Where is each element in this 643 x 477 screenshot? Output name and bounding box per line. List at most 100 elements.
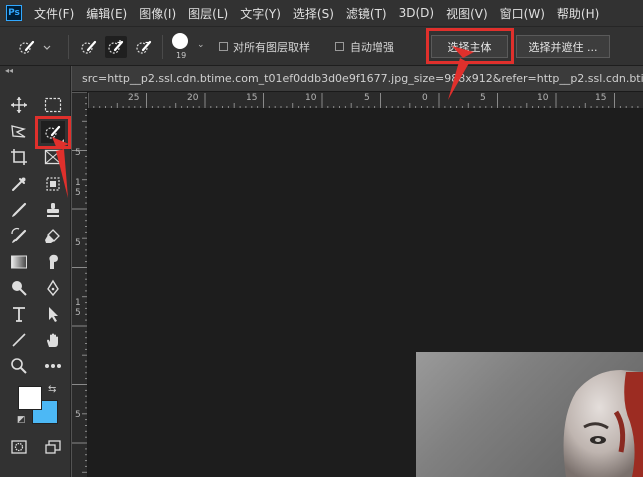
brush-add-icon <box>108 40 124 54</box>
smudge-icon <box>49 254 58 269</box>
type-icon <box>13 307 25 322</box>
more-icon <box>45 364 61 368</box>
ruler-label: 5 <box>480 93 486 103</box>
document-tab-bar: src=http__p2.ssl.cdn.btime.com_t01ef0ddb… <box>72 66 643 92</box>
lasso-tool[interactable] <box>7 121 31 143</box>
stamp-icon <box>47 203 59 217</box>
pen-icon <box>47 279 59 297</box>
brush-icon <box>12 202 27 217</box>
swap-colors-icon[interactable]: ⇆ <box>48 384 56 395</box>
rectangular-marquee-icon <box>44 97 62 113</box>
menu-image[interactable]: 图像(I) <box>139 5 176 22</box>
collapse-panel-icon[interactable]: ◂◂ <box>5 66 13 75</box>
ruler-label: 1 <box>75 298 81 308</box>
menu-edit[interactable]: 编辑(E) <box>86 5 127 22</box>
eraser-tool[interactable] <box>41 225 65 247</box>
menu-window[interactable]: 窗口(W) <box>500 5 545 22</box>
menu-help[interactable]: 帮助(H) <box>557 5 599 22</box>
screen-mode-button[interactable] <box>41 436 65 458</box>
ruler-label: 10 <box>305 93 317 103</box>
annotation-highlight-box <box>426 28 514 64</box>
clone-stamp-tool[interactable] <box>41 199 65 221</box>
ruler-label: 5 <box>75 238 81 248</box>
rectangular-marquee-tool[interactable] <box>41 94 65 116</box>
line-tool[interactable] <box>7 329 31 351</box>
object-selection-icon <box>46 177 60 191</box>
hand-icon <box>47 333 58 347</box>
options-separator <box>68 35 69 59</box>
ruler-label: 5 <box>364 93 370 103</box>
horizontal-ruler[interactable]: 25 20 15 10 5 0 5 10 15 <box>88 92 643 109</box>
annotation-highlight-box <box>35 116 71 149</box>
document-image[interactable] <box>416 352 643 477</box>
ruler-label: 1 <box>75 178 81 188</box>
sample-all-layers-checkbox[interactable] <box>219 42 228 51</box>
chevron-down-icon[interactable]: ⌄ <box>197 40 205 50</box>
select-and-mask-button[interactable]: 选择并遮住 ... <box>516 35 610 58</box>
screen-mode-icon <box>45 440 61 454</box>
menu-layer[interactable]: 图层(L) <box>188 5 228 22</box>
photoshop-logo-icon: Ps <box>6 5 22 21</box>
quick-mask-button[interactable] <box>7 436 31 458</box>
default-colors-icon[interactable]: ◩ <box>17 415 26 425</box>
edit-toolbar-button[interactable] <box>41 355 65 377</box>
brush-new-icon <box>81 40 97 54</box>
eyedropper-tool[interactable] <box>7 173 31 195</box>
crop-tool[interactable] <box>7 146 31 168</box>
ruler-label: 10 <box>537 93 549 103</box>
ruler-label: 5 <box>75 410 81 420</box>
polygonal-lasso-icon <box>11 125 27 138</box>
auto-enhance-checkbox[interactable] <box>335 42 344 51</box>
subtract-from-selection-brush-button[interactable] <box>133 36 155 58</box>
menu-select[interactable]: 选择(S) <box>293 5 334 22</box>
dodge-tool[interactable] <box>7 277 31 299</box>
move-icon <box>11 97 27 113</box>
new-selection-brush-button[interactable] <box>78 36 100 58</box>
tool-preset-picker[interactable] <box>18 39 52 55</box>
eraser-icon <box>45 229 60 243</box>
ruler-label: 20 <box>187 93 199 103</box>
object-selection-tool[interactable] <box>41 173 65 195</box>
pen-tool[interactable] <box>41 277 65 299</box>
zoom-tool[interactable] <box>7 355 31 377</box>
move-tool[interactable] <box>7 94 31 116</box>
gradient-tool[interactable] <box>7 251 31 273</box>
hand-tool[interactable] <box>41 329 65 351</box>
frame-tool[interactable] <box>41 146 65 168</box>
smudge-tool[interactable] <box>41 251 65 273</box>
ruler-label: 15 <box>595 93 607 103</box>
brush-size-value: 19 <box>176 51 187 60</box>
menu-bar: Ps 文件(F) 编辑(E) 图像(I) 图层(L) 文字(Y) 选择(S) 滤… <box>0 0 643 26</box>
zoom-icon <box>11 358 27 374</box>
vertical-ruler[interactable]: 5 1 5 5 1 5 5 <box>72 92 88 477</box>
document-tab[interactable]: src=http__p2.ssl.cdn.btime.com_t01ef0ddb… <box>72 66 643 91</box>
history-brush-icon <box>11 227 27 243</box>
ruler-label: 5 <box>75 188 81 198</box>
path-selection-icon <box>49 307 58 322</box>
type-tool[interactable] <box>7 303 31 325</box>
history-brush-tool[interactable] <box>7 225 31 247</box>
gradient-icon <box>11 255 27 269</box>
crop-icon <box>11 149 27 165</box>
path-selection-tool[interactable] <box>41 303 65 325</box>
foreground-color-swatch[interactable] <box>18 386 42 410</box>
ruler-label: 25 <box>128 93 140 103</box>
menu-filter[interactable]: 滤镜(T) <box>346 5 387 22</box>
menu-type[interactable]: 文字(Y) <box>240 5 281 22</box>
line-icon <box>12 333 26 347</box>
add-to-selection-brush-button[interactable] <box>105 36 127 58</box>
menu-view[interactable]: 视图(V) <box>446 5 488 22</box>
sample-all-layers-label: 对所有图层取样 <box>233 41 310 54</box>
ruler-label: 0 <box>422 93 428 103</box>
quick-mask-icon <box>11 440 27 454</box>
quick-selection-brush-icon <box>19 40 51 54</box>
frame-icon <box>44 149 62 165</box>
options-bar: 19 ⌄ 对所有图层取样 自动增强 选择主体 选择并遮住 ... <box>0 26 643 66</box>
menu-3d[interactable]: 3D(D) <box>399 6 434 20</box>
ruler-label: 5 <box>75 148 81 158</box>
ruler-label: 15 <box>246 93 258 103</box>
menu-file[interactable]: 文件(F) <box>34 5 74 22</box>
brush-preview-icon[interactable] <box>172 33 188 49</box>
auto-enhance-label: 自动增强 <box>350 41 394 54</box>
brush-tool[interactable] <box>7 199 31 221</box>
